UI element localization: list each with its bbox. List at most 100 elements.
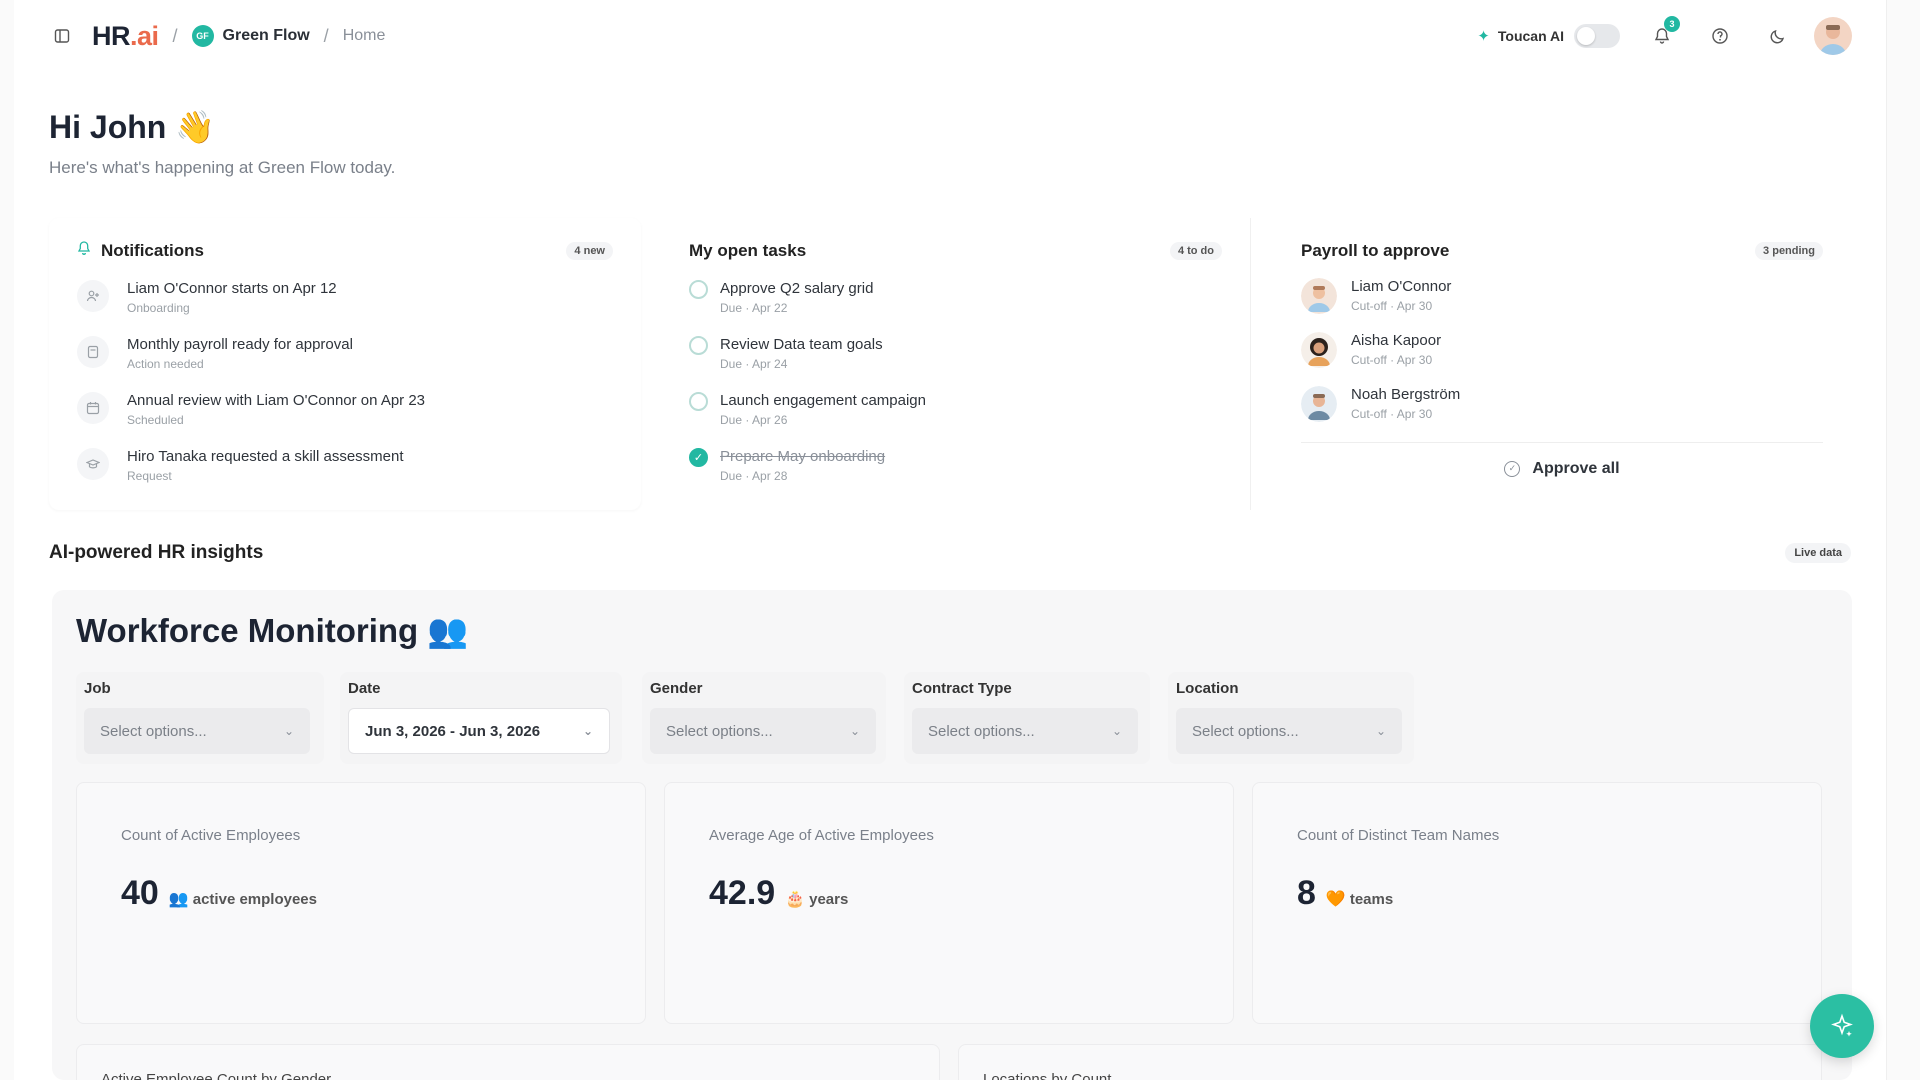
help-icon [1712, 28, 1728, 44]
notification-item[interactable]: Hiro Tanaka requested a skill assessment… [77, 448, 613, 486]
toucan-ai-toggle[interactable] [1574, 24, 1620, 48]
task-checkbox[interactable] [689, 280, 708, 299]
kpi-value: 40 [121, 874, 159, 912]
sparkle-icon [1831, 1013, 1853, 1037]
notification-text: Monthly payroll ready for approval [127, 336, 353, 353]
payroll-item[interactable]: Liam O'Connor Cut-off · Apr 30 [1301, 278, 1823, 316]
notifications-count-badge: 4 new [566, 242, 613, 260]
right-gutter [1886, 0, 1920, 1080]
payroll-card: Payroll to approve 3 pending Liam O'Conn… [1251, 218, 1851, 510]
task-due: Due · Apr 22 [720, 301, 788, 315]
notification-type: Request [127, 469, 172, 483]
task-item: ✓ Prepare May onboarding Due · Apr 28 [689, 448, 1222, 486]
approve-all-button[interactable]: ✓ Approve all [1504, 460, 1620, 478]
filter-label: Location [1176, 680, 1239, 697]
notification-text: Hiro Tanaka requested a skill assessment [127, 448, 404, 465]
location-select[interactable]: Select options... ⌄ [1176, 708, 1402, 754]
payroll-title: Payroll to approve [1301, 241, 1450, 260]
kpi-value: 8 [1297, 874, 1316, 912]
help-button[interactable] [1704, 20, 1736, 52]
toucan-ai-label: ✦ Toucan AI [1477, 28, 1564, 45]
task-text: Approve Q2 salary grid [720, 280, 874, 297]
chart-title: Active Employee Count by Gender [101, 1071, 332, 1080]
theme-toggle-button[interactable] [1762, 20, 1794, 52]
notification-item[interactable]: Liam O'Connor starts on Apr 12 Onboardin… [77, 280, 613, 318]
notification-item[interactable]: Annual review with Liam O'Connor on Apr … [77, 392, 613, 430]
org-avatar: GF [191, 25, 214, 47]
filter-gender: Gender Select options... ⌄ [642, 672, 886, 764]
task-checkbox[interactable] [689, 392, 708, 411]
user-plus-icon [77, 280, 109, 312]
ai-assistant-fab[interactable] [1810, 994, 1874, 1058]
filter-label: Contract Type [912, 680, 1012, 697]
calendar-icon [77, 392, 109, 424]
payroll-cutoff: Cut-off · Apr 30 [1351, 353, 1433, 367]
job-select[interactable]: Select options... ⌄ [84, 708, 310, 754]
kpi-card-distinct-teams: Count of Distinct Team Names 8 🧡 teams [1252, 782, 1822, 1024]
filter-label: Date [348, 680, 381, 697]
notification-count-badge: 3 [1664, 16, 1680, 32]
task-checkbox[interactable] [689, 336, 708, 355]
user-avatar[interactable] [1814, 17, 1852, 55]
filter-date: Date Jun 3, 2026 - Jun 3, 2026 ⌄ [340, 672, 622, 764]
task-checkbox-checked[interactable]: ✓ [689, 448, 708, 467]
people-icon: 👥 [168, 891, 189, 908]
bell-icon [77, 241, 91, 261]
left-gutter [0, 0, 14, 1080]
app: HR.ai / GF Green Flow / Home ✦ Toucan AI… [14, 0, 1886, 1080]
greeting-title: Hi John 👋 [49, 109, 216, 145]
chevron-down-icon: ⌄ [283, 724, 294, 738]
task-item: Launch engagement campaign Due · Apr 26 [689, 392, 1222, 430]
avatar [1301, 278, 1337, 314]
task-due: Due · Apr 24 [720, 357, 788, 371]
live-data-badge: Live data [1785, 543, 1851, 563]
open-tasks-card: My open tasks 4 to do Approve Q2 salary … [661, 218, 1251, 510]
kpi-label: Count of Active Employees [121, 827, 301, 844]
chevron-down-icon: ⌄ [1375, 724, 1386, 738]
payroll-cutoff: Cut-off · Apr 30 [1351, 299, 1433, 313]
kpi-unit: years [809, 891, 849, 908]
avatar [1301, 332, 1337, 368]
chevron-down-icon: ⌄ [582, 724, 593, 738]
chart-card-locations: Locations by Count [958, 1044, 1822, 1080]
notifications-title: Notifications [101, 241, 204, 260]
notifications-card: Notifications 4 new Liam O'Connor starts… [49, 218, 641, 510]
chart-title: Locations by Count [983, 1071, 1112, 1080]
chart-card-gender: Active Employee Count by Gender [76, 1044, 940, 1080]
payroll-employee-name: Aisha Kapoor [1351, 332, 1442, 349]
chevron-down-icon: ⌄ [1111, 724, 1122, 738]
avatar [1301, 386, 1337, 422]
notifications-button[interactable]: 3 [1646, 16, 1680, 52]
payroll-cutoff: Cut-off · Apr 30 [1351, 407, 1433, 421]
task-item: Approve Q2 salary grid Due · Apr 22 [689, 280, 1222, 318]
contract-type-select[interactable]: Select options... ⌄ [912, 708, 1138, 754]
tasks-count-badge: 4 to do [1169, 242, 1222, 260]
file-icon [77, 336, 109, 368]
task-text: Launch engagement campaign [720, 392, 926, 409]
sidebar-toggle-icon[interactable] [48, 22, 76, 50]
summary-cards: Notifications 4 new Liam O'Connor starts… [49, 218, 1851, 510]
insights-title: AI-powered HR insights [49, 542, 264, 563]
brand-logo[interactable]: HR.ai [92, 21, 159, 52]
breadcrumb-separator: / [172, 25, 178, 46]
notification-type: Scheduled [127, 413, 184, 427]
payroll-item[interactable]: Aisha Kapoor Cut-off · Apr 30 [1301, 332, 1823, 370]
breadcrumb-org[interactable]: Green Flow [223, 27, 310, 45]
date-range-select[interactable]: Jun 3, 2026 - Jun 3, 2026 ⌄ [348, 708, 610, 754]
cake-icon: 🎂 [785, 891, 806, 908]
payroll-item[interactable]: Noah Bergström Cut-off · Apr 30 [1301, 386, 1823, 424]
task-text: Review Data team goals [720, 336, 883, 353]
gender-select[interactable]: Select options... ⌄ [650, 708, 876, 754]
header-actions: ✦ Toucan AI 3 [1477, 16, 1852, 55]
breadcrumb-current: Home [342, 27, 386, 44]
task-due: Due · Apr 28 [720, 469, 788, 483]
kpi-label: Count of Distinct Team Names [1297, 827, 1500, 844]
kpi-unit: teams [1349, 891, 1394, 908]
notification-item[interactable]: Monthly payroll ready for approval Actio… [77, 336, 613, 374]
notification-type: Onboarding [127, 301, 190, 315]
notification-text: Liam O'Connor starts on Apr 12 [127, 280, 337, 297]
filter-label: Gender [650, 680, 703, 697]
approve-all-row: ✓ Approve all [1301, 442, 1823, 494]
filter-contract-type: Contract Type Select options... ⌄ [904, 672, 1150, 764]
payroll-count-badge: 3 pending [1755, 242, 1823, 260]
